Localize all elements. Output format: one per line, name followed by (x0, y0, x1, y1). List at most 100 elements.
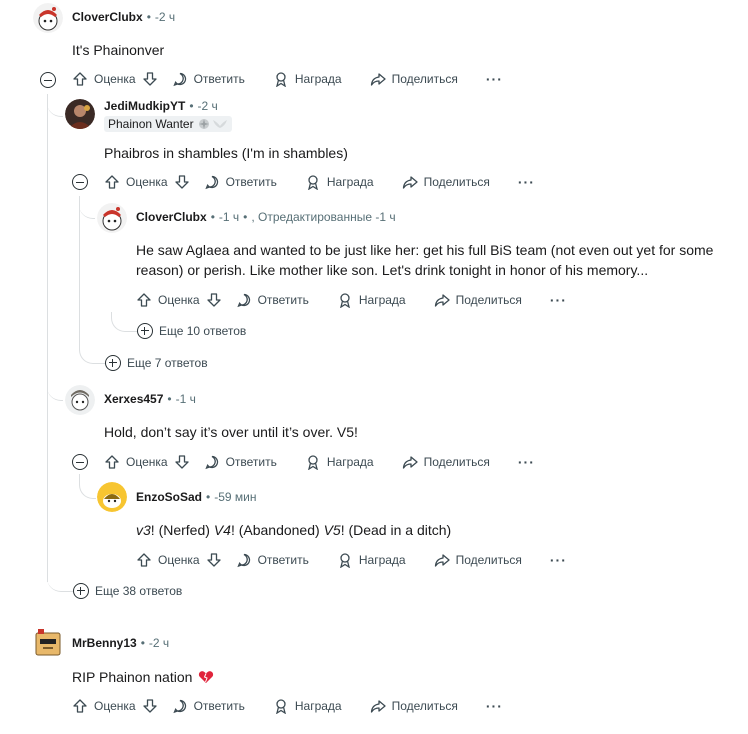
thread-curve-root-more (47, 560, 73, 592)
upvote-icon (105, 455, 119, 469)
comment-meta: CloverClubx • -1 ч •, Отредактированные -1 … (136, 210, 396, 224)
downvote-button[interactable] (174, 169, 190, 195)
reply-button[interactable]: Ответить (204, 169, 277, 195)
avatar[interactable] (97, 482, 127, 512)
award-button[interactable]: Награда (273, 693, 342, 719)
comment-meta: MrBenny13 • -2 ч (72, 636, 170, 650)
thread-curve-clover2 (79, 196, 95, 219)
comment-body: v3! (Nerfed) V4! (Abandoned) V5! (Dead i… (136, 522, 452, 538)
share-button[interactable]: Поделиться (434, 547, 522, 573)
reply-button[interactable]: Ответить (172, 693, 245, 719)
upvote-icon (73, 72, 87, 86)
vote-label: Оценка (126, 175, 168, 189)
thread-line-root (47, 94, 48, 582)
share-icon (402, 176, 418, 189)
username[interactable]: JediMudkipYT (104, 99, 185, 113)
upvote-button[interactable] (72, 693, 88, 719)
downvote-button[interactable] (206, 547, 222, 573)
collapse-button[interactable] (72, 454, 88, 470)
share-button[interactable]: Поделиться (402, 169, 490, 195)
award-icon (339, 293, 350, 308)
timestamp[interactable]: -2 ч (198, 99, 218, 113)
award-button[interactable]: Награда (337, 287, 406, 313)
vote-label: Оценка (158, 553, 200, 567)
comment-body: It's Phainonver (72, 42, 165, 58)
downvote-button[interactable] (174, 449, 190, 475)
upvote-icon (137, 293, 151, 307)
more-replies-link[interactable]: Еще 10 ответов (137, 322, 246, 340)
avatar[interactable] (33, 3, 63, 33)
award-button[interactable]: Награда (337, 547, 406, 573)
more-options-icon[interactable]: ··· (518, 449, 535, 475)
thread-curve-enzo (79, 474, 96, 499)
award-button[interactable]: Награда (305, 169, 374, 195)
timestamp[interactable]: -59 мин (214, 490, 256, 504)
flair-wings-icon (212, 120, 227, 128)
upvote-button[interactable] (72, 66, 88, 92)
downvote-icon (142, 72, 157, 86)
downvote-icon (174, 175, 189, 189)
upvote-button[interactable] (104, 169, 120, 195)
edited-label: , Отредактированные -1 ч (251, 210, 396, 224)
reply-button[interactable]: Ответить (236, 287, 309, 313)
more-replies-link[interactable]: Еще 7 ответов (105, 354, 208, 372)
award-icon (275, 72, 286, 87)
username[interactable]: EnzoSoSad (136, 490, 202, 504)
downvote-icon (206, 553, 221, 567)
comment-body-line: He saw Aglaea and wanted to be just like… (136, 242, 714, 258)
upvote-icon (137, 553, 151, 567)
more-options-icon[interactable]: ··· (486, 66, 503, 92)
username[interactable]: CloverClubx (136, 210, 207, 224)
collapse-button[interactable] (40, 72, 56, 88)
vote-label: Оценка (158, 293, 200, 307)
upvote-button[interactable] (136, 547, 152, 573)
vote-label: Оценка (94, 72, 136, 86)
more-options-icon[interactable]: ··· (550, 287, 567, 313)
avatar[interactable] (33, 627, 63, 657)
more-replies-link[interactable]: Еще 38 ответов (73, 582, 182, 600)
comment-meta: EnzoSoSad • -59 мин (136, 490, 257, 504)
downvote-button[interactable] (206, 287, 222, 313)
avatar[interactable] (97, 203, 127, 233)
upvote-button[interactable] (136, 287, 152, 313)
comment-actions: Оценка Ответить Награда Поделиться ··· (72, 693, 503, 719)
more-options-icon[interactable]: ··· (518, 169, 535, 195)
vote-label: Оценка (94, 699, 136, 713)
more-options-icon[interactable]: ··· (550, 547, 567, 573)
share-button[interactable]: Поделиться (434, 287, 522, 313)
share-button[interactable]: Поделиться (370, 66, 458, 92)
award-button[interactable]: Награда (305, 449, 374, 475)
username[interactable]: MrBenny13 (72, 636, 137, 650)
award-button[interactable]: Награда (273, 66, 342, 92)
timestamp[interactable]: -2 ч (149, 636, 169, 650)
downvote-button[interactable] (142, 693, 158, 719)
timestamp[interactable]: -2 ч (155, 10, 175, 24)
share-icon (402, 456, 418, 469)
upvote-button[interactable] (104, 449, 120, 475)
plus-circle-icon (105, 355, 121, 371)
downvote-icon (174, 455, 189, 469)
share-button[interactable]: Поделиться (402, 449, 490, 475)
share-icon (370, 700, 386, 713)
downvote-button[interactable] (142, 66, 158, 92)
avatar[interactable] (65, 99, 95, 129)
username[interactable]: CloverClubx (72, 10, 143, 24)
share-button[interactable]: Поделиться (370, 693, 458, 719)
collapse-button[interactable] (72, 174, 88, 190)
award-icon (307, 455, 318, 470)
plus-circle-icon (73, 583, 89, 599)
comment-actions: Оценка Ответить Награда Поделиться ··· (72, 66, 503, 92)
more-options-icon[interactable]: ··· (486, 693, 503, 719)
username[interactable]: Xerxes457 (104, 392, 163, 406)
plus-circle-icon (137, 323, 153, 339)
timestamp[interactable]: -1 ч (176, 392, 196, 406)
comment-body-line: reason) or perish. Like mother like son.… (136, 262, 649, 278)
thread-curve-jedi (47, 94, 63, 117)
avatar[interactable] (65, 385, 95, 415)
reply-button[interactable]: Ответить (204, 449, 277, 475)
timestamp[interactable]: -1 ч (219, 210, 239, 224)
reply-icon (204, 175, 218, 190)
reply-button[interactable]: Ответить (236, 547, 309, 573)
comment-meta: CloverClubx • -2 ч (72, 10, 176, 24)
reply-button[interactable]: Ответить (172, 66, 245, 92)
